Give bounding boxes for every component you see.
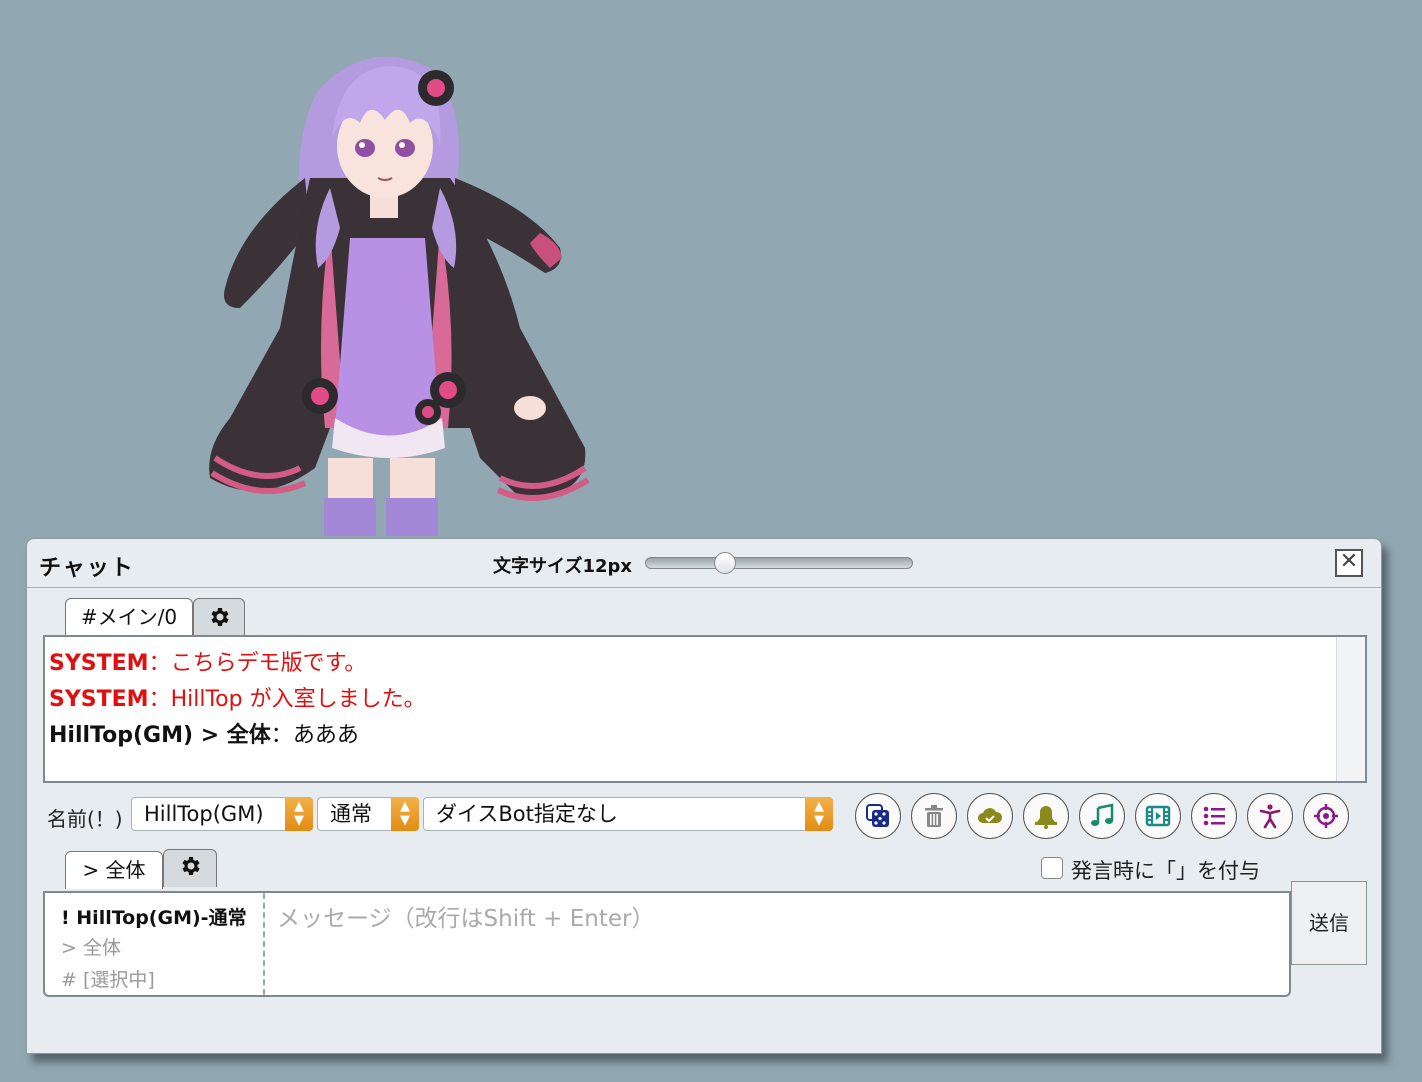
quote-checkbox-label: 発言時に「」を付与 <box>1071 859 1260 883</box>
font-size-slider-thumb[interactable] <box>714 552 736 574</box>
name-select-value: HillTop(GM) <box>144 802 264 826</box>
status-select-value: 通常 <box>330 802 372 826</box>
clear-button[interactable] <box>911 793 957 839</box>
speaker-item-selected[interactable]: # [選択中] <box>61 965 155 992</box>
tab-main[interactable]: #メイン/0 <box>65 598 193 636</box>
log-message: SYSTEM：HillTop が入室しました。 <box>49 681 426 713</box>
chat-log[interactable]: SYSTEM：こちらデモ版です。 SYSTEM：HillTop が入室しました。… <box>43 635 1367 783</box>
log-message: SYSTEM：こちらデモ版です。 <box>49 645 366 677</box>
dicebot-select-value: ダイスBot指定なし <box>436 802 618 826</box>
chevron-updown-icon: ▲ ▼ <box>805 797 833 831</box>
gear-icon <box>182 857 200 875</box>
message-separator: ： <box>270 723 293 748</box>
dicebot-select[interactable]: ダイスBot指定なし ▲ ▼ <box>423 797 833 831</box>
message-text: HillTop が入室しました。 <box>170 687 426 712</box>
log-tab-settings-button[interactable] <box>193 598 245 636</box>
message-input-area: ! HillTop(GM)-通常 > 全体 # [選択中] メッセージ（改行はS… <box>43 891 1291 997</box>
message-speaker: SYSTEM <box>49 651 149 676</box>
message-separator: ： <box>148 651 171 676</box>
gear-icon <box>211 608 229 626</box>
speaker-item-target[interactable]: > 全体 <box>61 933 121 960</box>
window-title: チャット <box>39 556 135 581</box>
name-select[interactable]: HillTop(GM) ▲ ▼ <box>131 797 313 831</box>
bell-icon <box>1035 806 1057 829</box>
message-text: あああ <box>292 723 359 748</box>
film-icon <box>1145 805 1171 827</box>
video-button[interactable] <box>1135 793 1181 839</box>
list-button[interactable] <box>1191 793 1237 839</box>
speaker-item-active[interactable]: ! HillTop(GM)-通常 <box>61 903 247 930</box>
send-button[interactable]: 送信 <box>1291 881 1367 965</box>
speaker-list[interactable]: ! HillTop(GM)-通常 > 全体 # [選択中] <box>45 893 265 995</box>
chevron-updown-icon: ▲ ▼ <box>285 797 313 831</box>
message-separator: ： <box>148 687 171 712</box>
character-standee[interactable] <box>200 28 600 536</box>
figure-icon <box>1259 804 1281 829</box>
target-button[interactable] <box>1303 793 1349 839</box>
music-button[interactable] <box>1079 793 1125 839</box>
font-size-slider[interactable] <box>645 552 913 574</box>
chat-titlebar[interactable]: チャット 文字サイズ12px ✕ <box>27 539 1381 588</box>
message-speaker: HillTop(GM) > 全体 <box>49 723 271 748</box>
message-speaker: SYSTEM <box>49 687 149 712</box>
list-icon <box>1203 806 1225 826</box>
chevron-updown-icon: ▲ ▼ <box>391 797 419 831</box>
log-message: HillTop(GM) > 全体：あああ <box>49 717 359 749</box>
cloud-button[interactable] <box>967 793 1013 839</box>
target-icon <box>1314 804 1338 828</box>
dice-button[interactable] <box>855 793 901 839</box>
dice-icon <box>866 804 889 827</box>
input-tab-settings-button[interactable] <box>163 849 217 887</box>
quote-checkbox[interactable] <box>1041 857 1063 879</box>
bell-button[interactable] <box>1023 793 1069 839</box>
font-size-label: 文字サイズ12px <box>493 556 633 577</box>
music-icon <box>1091 803 1114 826</box>
message-input[interactable]: メッセージ（改行はShift + Enter） <box>277 899 654 933</box>
message-text: こちらデモ版です。 <box>170 651 367 676</box>
character-button[interactable] <box>1247 793 1293 839</box>
trash-icon <box>925 805 943 827</box>
chat-log-scrollbar[interactable] <box>1336 637 1365 781</box>
chat-window: チャット 文字サイズ12px ✕ #メイン/0 SYSTEM：こちらデモ版です。… <box>26 538 1382 1054</box>
tab-target-all[interactable]: > 全体 <box>65 851 163 889</box>
cloud-icon <box>978 808 1003 823</box>
name-label: 名前(！) <box>47 807 123 831</box>
close-button[interactable]: ✕ <box>1335 549 1363 577</box>
status-select[interactable]: 通常 ▲ ▼ <box>317 797 419 831</box>
